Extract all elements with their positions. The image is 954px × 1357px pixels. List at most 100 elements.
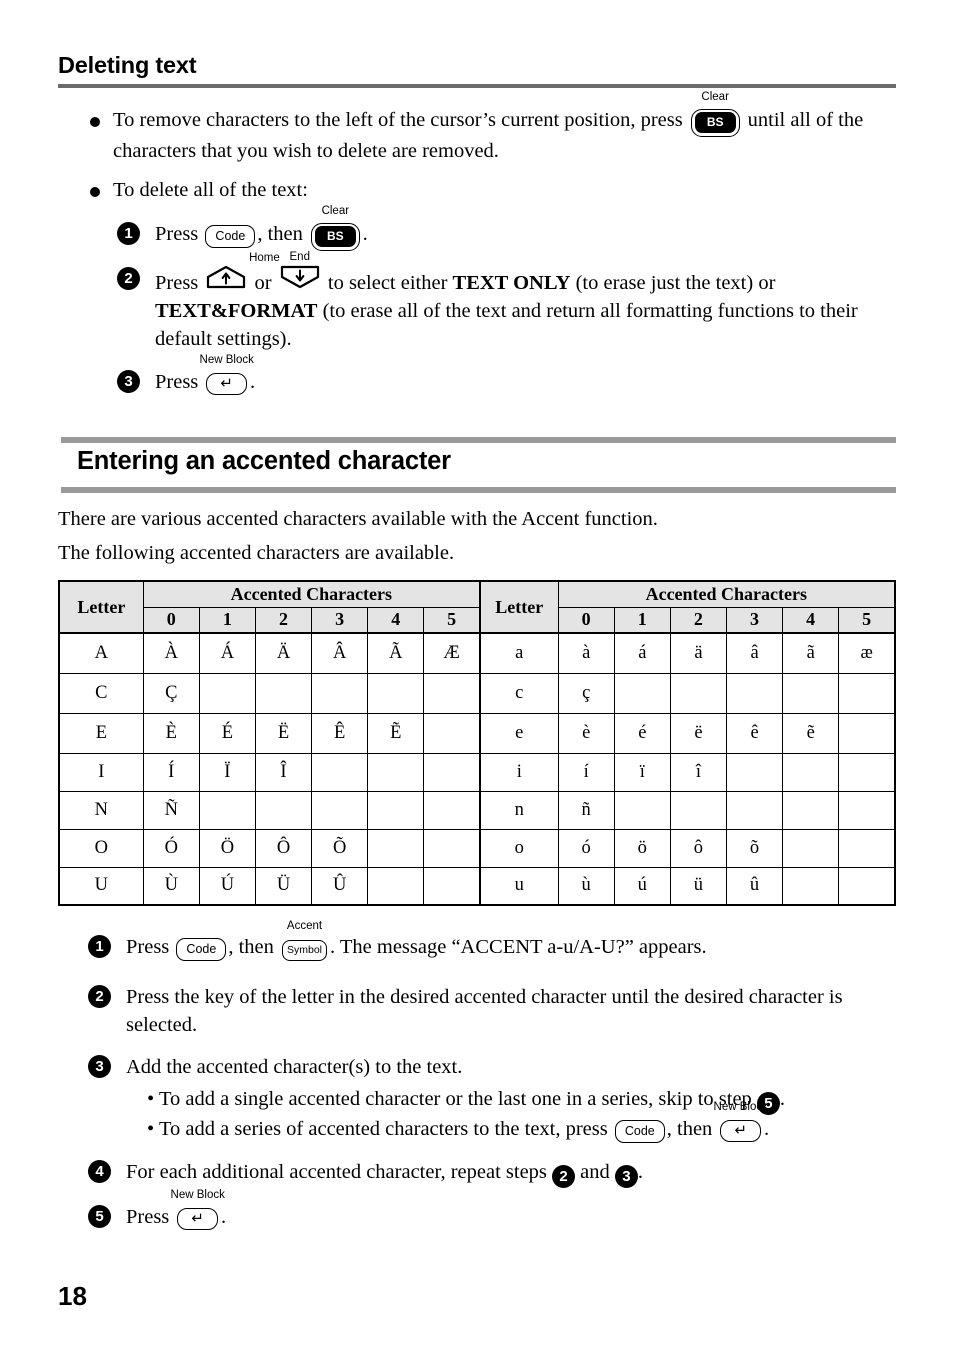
cell-accent-lower-0: í bbox=[557, 752, 615, 792]
sub-bullet-text-after: . bbox=[779, 1088, 786, 1110]
table-row: UÙÚÜÛuùúüû bbox=[57, 866, 897, 906]
cell-accent-lower-4 bbox=[782, 672, 840, 714]
key-code[interactable]: Code bbox=[205, 220, 256, 248]
step-number-2: 2 bbox=[88, 985, 111, 1008]
step-text-3: . bbox=[362, 223, 368, 245]
cell-accent-upper-0: Í bbox=[142, 752, 200, 792]
cell-accent-lower-5 bbox=[838, 828, 897, 868]
step-number-3: 3 bbox=[117, 370, 140, 393]
key-new-block[interactable]: New Block ↵ bbox=[200, 354, 254, 396]
cell-accent-lower-1: é bbox=[613, 712, 671, 754]
cell-accent-upper-1: Ö bbox=[198, 828, 256, 868]
cell-accent-lower-4: ẽ bbox=[782, 712, 840, 754]
key-symbol-accent[interactable]: Accent Symbol bbox=[281, 920, 327, 961]
cell-accent-lower-3 bbox=[725, 752, 784, 792]
page-number: 18 bbox=[58, 1281, 87, 1311]
cell-accent-lower-3 bbox=[725, 672, 784, 714]
cell-accent-lower-3: û bbox=[725, 866, 784, 906]
key-new-block[interactable]: New Block ↵ bbox=[714, 1101, 768, 1143]
intro-line-2: The following accented characters are av… bbox=[58, 542, 455, 564]
cell-accent-upper-4 bbox=[367, 790, 425, 830]
cell-accent-upper-3: Ê bbox=[311, 712, 369, 754]
key-new-block[interactable]: New Block ↵ bbox=[171, 1189, 225, 1231]
cell-accent-lower-2: ä bbox=[669, 632, 727, 674]
heading-entering-accented-character: Entering an accented character bbox=[77, 447, 451, 475]
cell-letter-upper: O bbox=[57, 828, 144, 868]
key-code[interactable]: Code bbox=[176, 933, 227, 961]
sub-bullet-text-after: . bbox=[764, 1118, 770, 1140]
table-header-row-top: Letter Accented Characters Letter Accent… bbox=[57, 580, 896, 634]
bullet-marker bbox=[90, 117, 100, 127]
cell-accent-upper-0: Ù bbox=[142, 866, 200, 906]
cell-letter-lower: e bbox=[478, 712, 559, 754]
key-down-end[interactable]: End bbox=[279, 251, 321, 297]
step-text-3: . The message “ACCENT a-u/A-U?” appears. bbox=[330, 936, 707, 958]
step-text-2: and bbox=[580, 1161, 610, 1183]
header-group-left: Accented Characters bbox=[142, 580, 481, 608]
cell-accent-lower-2 bbox=[669, 672, 727, 714]
step-number-5: 5 bbox=[88, 1205, 111, 1228]
key-bs-clear[interactable]: Clear BS bbox=[690, 91, 740, 137]
bullet-marker bbox=[90, 187, 100, 197]
cell-accent-upper-1: Ï bbox=[198, 752, 256, 792]
arrow-down-icon bbox=[279, 265, 321, 289]
cell-accent-upper-5 bbox=[423, 752, 481, 792]
step-number-1: 1 bbox=[117, 222, 140, 245]
header-group-right: Accented Characters bbox=[557, 580, 896, 608]
document-page: Deleting text To remove characters to th… bbox=[0, 0, 954, 1357]
cell-accent-upper-5 bbox=[423, 712, 481, 754]
cell-accent-lower-5 bbox=[838, 712, 897, 754]
header-col-2-right: 2 bbox=[669, 606, 727, 634]
cell-accent-upper-1: É bbox=[198, 712, 256, 754]
sub-bullet-mid: , then bbox=[666, 1118, 713, 1140]
sub-bullet-marker: • bbox=[147, 1118, 155, 1140]
table-row: NÑnñ bbox=[57, 790, 897, 830]
cell-accent-upper-2: Ô bbox=[254, 828, 313, 868]
cell-accent-lower-1 bbox=[613, 790, 671, 830]
cell-accent-upper-0: Ó bbox=[142, 828, 200, 868]
cell-accent-lower-3: â bbox=[725, 632, 784, 674]
cell-accent-upper-5: Æ bbox=[423, 632, 481, 674]
cell-accent-upper-2: Ä bbox=[254, 632, 313, 674]
section-bar-bottom bbox=[61, 487, 896, 493]
header-col-1-right: 1 bbox=[613, 606, 671, 634]
sub-bullet-marker: • bbox=[147, 1088, 155, 1110]
step-number-2: 2 bbox=[117, 267, 140, 290]
key-bs-clear[interactable]: Clear BS bbox=[310, 205, 360, 251]
cell-accent-upper-1: Ú bbox=[198, 866, 256, 906]
key-code[interactable]: Code bbox=[614, 1115, 665, 1143]
cell-accent-lower-1: ï bbox=[613, 752, 671, 792]
step-select-text-only: Press Home or End to select either TEXT … bbox=[155, 251, 895, 353]
key-face-enter: ↵ bbox=[206, 373, 247, 395]
table-row: CÇcç bbox=[57, 672, 897, 714]
key-face-bs: BS bbox=[314, 226, 356, 247]
sub-bullet-text-before: To add a single accented character or th… bbox=[158, 1088, 752, 1110]
key-outer: BS bbox=[310, 222, 360, 251]
cell-accent-lower-0: ç bbox=[557, 672, 615, 714]
step-text-1: For each additional accented character, … bbox=[126, 1161, 547, 1183]
cell-accent-lower-4 bbox=[782, 866, 840, 906]
sub-bullet-add-series: • To add a series of accented characters… bbox=[147, 1101, 927, 1143]
sub-bullet-skip-to-step: • To add a single accented character or … bbox=[147, 1085, 907, 1115]
cell-accent-upper-2: Ë bbox=[254, 712, 313, 754]
bullet-text-before: To remove characters to the left of the … bbox=[113, 109, 683, 131]
cell-accent-lower-2 bbox=[669, 790, 727, 830]
cell-accent-lower-4 bbox=[782, 790, 840, 830]
step-press-code-then-bs: Press Code , then Clear BS . bbox=[155, 205, 855, 251]
key-label-new-block: New Block bbox=[199, 354, 254, 366]
step-text-2: . bbox=[250, 371, 256, 393]
step-reference-3: 3 bbox=[614, 1165, 638, 1188]
cell-accent-upper-4 bbox=[367, 752, 425, 792]
cell-accent-upper-3: Â bbox=[311, 632, 369, 674]
cell-accent-lower-4: ã bbox=[782, 632, 840, 674]
step-text-1: Press bbox=[126, 936, 170, 958]
key-up-home[interactable]: Home bbox=[205, 252, 280, 297]
section-bar-top bbox=[61, 437, 896, 443]
step-text-1: Press bbox=[155, 223, 199, 245]
header-col-0-left: 0 bbox=[142, 606, 200, 634]
header-col-5-left: 5 bbox=[423, 606, 481, 634]
cell-accent-lower-3: ê bbox=[725, 712, 784, 754]
cell-accent-lower-0: ñ bbox=[557, 790, 615, 830]
table-row: IÍÏÎiíïî bbox=[57, 752, 897, 792]
step-text-1: Press bbox=[155, 272, 199, 294]
